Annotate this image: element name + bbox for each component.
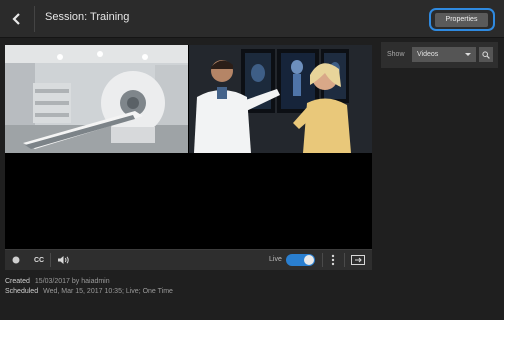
show-filter-panel: Show Videos xyxy=(381,42,498,68)
divider xyxy=(344,253,345,267)
show-select[interactable]: Videos xyxy=(412,47,476,62)
divider xyxy=(34,6,35,32)
top-bar: Session: Training Properties xyxy=(0,0,504,38)
back-button[interactable] xyxy=(4,6,30,32)
video-player[interactable] xyxy=(5,45,372,249)
search-button[interactable] xyxy=(479,47,493,62)
scheduled-label: Scheduled xyxy=(5,288,39,295)
player-controls: CC Live xyxy=(5,249,372,270)
scheduled-value: Wed, Mar 15, 2017 10:35; Live; One Time xyxy=(43,288,173,295)
divider xyxy=(50,253,51,267)
record-button[interactable] xyxy=(9,253,23,267)
live-label: Live xyxy=(269,256,282,263)
created-info: Created 15/03/2017 by haiadmin xyxy=(5,278,110,285)
toggle-knob xyxy=(304,255,314,265)
ct-scanner-image xyxy=(5,45,188,153)
live-toggle[interactable] xyxy=(286,254,315,266)
show-label: Show xyxy=(387,51,405,58)
volume-icon xyxy=(57,256,69,264)
expand-screen-icon xyxy=(351,255,365,265)
fullscreen-button[interactable] xyxy=(350,253,366,267)
chevron-left-icon xyxy=(12,13,20,25)
scheduled-info: Scheduled Wed, Mar 15, 2017 10:35; Live; … xyxy=(5,288,173,295)
more-vertical-icon xyxy=(331,254,335,266)
page-title: Session: Training xyxy=(45,11,130,23)
created-label: Created xyxy=(5,278,30,285)
show-select-value: Videos xyxy=(417,51,439,58)
search-icon xyxy=(482,50,490,59)
created-value: 15/03/2017 by haiadmin xyxy=(34,278,110,285)
divider xyxy=(322,253,323,267)
closed-captions-button[interactable]: CC xyxy=(31,253,47,267)
caret-down-icon xyxy=(465,53,471,56)
doctor-consultation-image xyxy=(189,45,372,153)
properties-button[interactable]: Properties xyxy=(435,13,488,27)
volume-button[interactable] xyxy=(55,253,71,267)
more-options-button[interactable] xyxy=(327,253,339,267)
app-window: Session: Training Properties CC Live Cre… xyxy=(0,0,504,320)
record-icon xyxy=(12,256,20,264)
